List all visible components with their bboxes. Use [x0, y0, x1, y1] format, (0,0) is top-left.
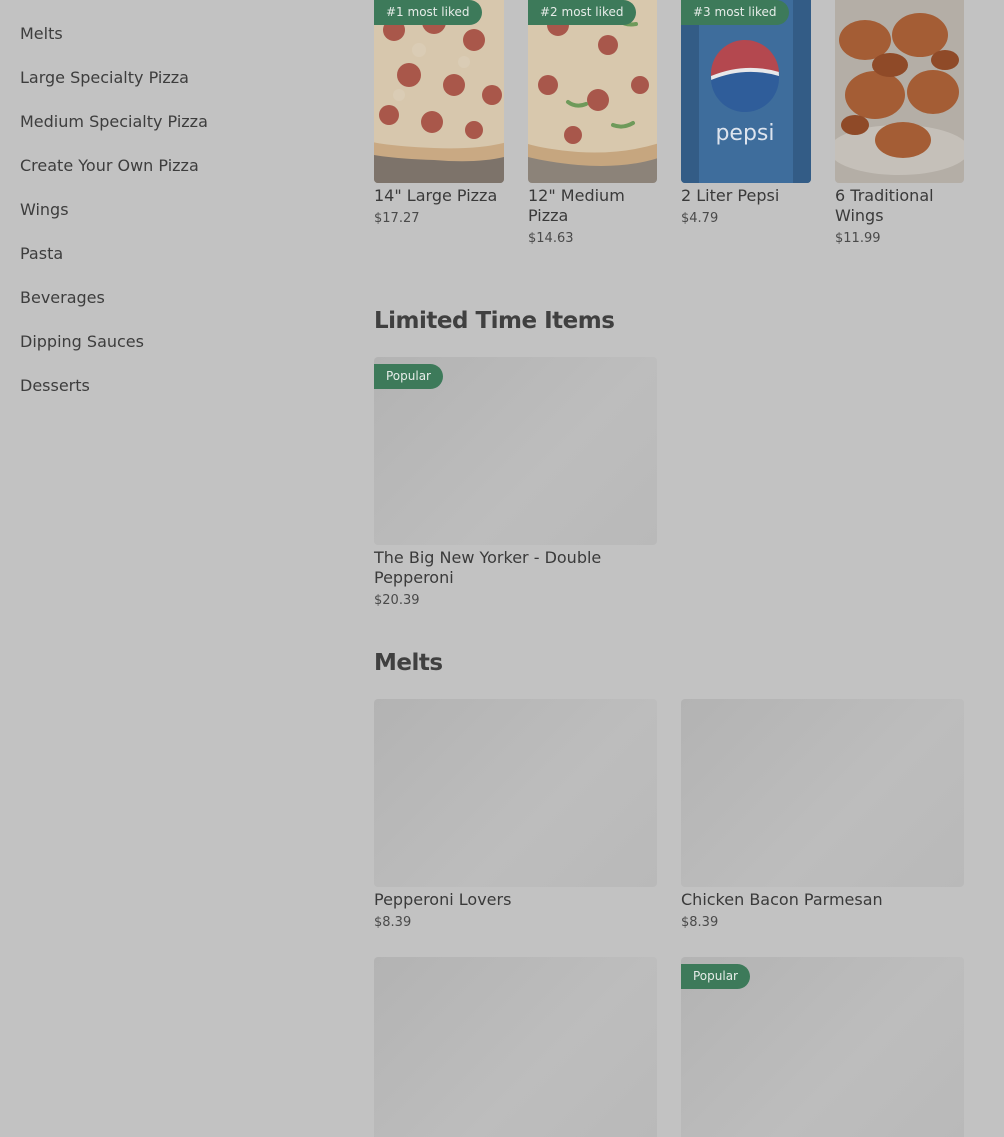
- svg-text:pepsi: pepsi: [715, 121, 774, 146]
- product-card-chicken-bacon-parmesan[interactable]: Chicken Bacon Parmesan $8.39: [681, 699, 964, 934]
- popular-badge: Popular: [374, 364, 443, 389]
- product-name: 2 Liter Pepsi: [681, 186, 780, 205]
- product-name: Pepperoni Lovers: [374, 890, 512, 909]
- product-price: $8.39: [374, 915, 412, 930]
- menu-content: #1 most liked 14" Large Pizza $17.27 #2 …: [374, 0, 974, 1137]
- sidebar-item-medium-specialty-pizza[interactable]: Medium Specialty Pizza: [20, 110, 208, 134]
- product-card-pepsi[interactable]: pepsi #3 most liked 2 Liter Pepsi $4.79: [681, 0, 811, 240]
- sidebar-item-dipping-sauces[interactable]: Dipping Sauces: [20, 330, 144, 354]
- sidebar-item-create-your-own-pizza[interactable]: Create Your Own Pizza: [20, 154, 199, 178]
- product-price: $11.99: [835, 231, 881, 246]
- product-image-placeholder: Popular: [681, 957, 964, 1137]
- product-card-pepperoni-lovers[interactable]: Pepperoni Lovers $8.39: [374, 699, 657, 934]
- sidebar-item-wings[interactable]: Wings: [20, 198, 69, 222]
- product-image-placeholder: [374, 699, 657, 887]
- product-image-placeholder: [374, 957, 657, 1137]
- product-price: $14.63: [528, 231, 574, 246]
- sidebar-item-beverages[interactable]: Beverages: [20, 286, 105, 310]
- sidebar-item-pasta[interactable]: Pasta: [20, 242, 63, 266]
- sidebar-item-desserts[interactable]: Desserts: [20, 374, 90, 398]
- product-card-medium-pizza[interactable]: #2 most liked 12" Medium Pizza $14.63: [528, 0, 657, 250]
- popular-badge: Popular: [681, 964, 750, 989]
- sidebar-item-melts[interactable]: Melts: [20, 22, 63, 46]
- section-title-melts: Melts: [374, 650, 443, 676]
- product-price: $4.79: [681, 211, 719, 226]
- product-card-large-pizza[interactable]: #1 most liked 14" Large Pizza $17.27: [374, 0, 504, 240]
- product-card-wings[interactable]: 6 Traditional Wings $11.99: [835, 0, 964, 250]
- product-card-big-new-yorker[interactable]: Popular The Big New Yorker - Double Pepp…: [374, 357, 657, 612]
- product-image-placeholder: Popular: [374, 357, 657, 545]
- sidebar-item-large-specialty-pizza[interactable]: Large Specialty Pizza: [20, 66, 189, 90]
- pepsi-bottle-image: pepsi #3 most liked: [681, 0, 811, 183]
- product-card-melt-3[interactable]: [374, 957, 657, 1137]
- product-price: $17.27: [374, 211, 420, 226]
- most-liked-badge: #3 most liked: [681, 0, 789, 25]
- product-card-melt-4[interactable]: Popular: [681, 957, 964, 1137]
- product-name: 6 Traditional Wings: [835, 186, 934, 225]
- product-name: 12" Medium Pizza: [528, 186, 625, 225]
- product-name: 14" Large Pizza: [374, 186, 498, 205]
- chicken-wings-image: [835, 0, 964, 183]
- pepper-pizza-image: #2 most liked: [528, 0, 657, 183]
- most-liked-badge: #2 most liked: [528, 0, 636, 25]
- product-name: The Big New Yorker - Double Pepperoni: [374, 548, 602, 587]
- section-title-limited-time: Limited Time Items: [374, 308, 615, 334]
- most-liked-badge: #1 most liked: [374, 0, 482, 25]
- product-price: $8.39: [681, 915, 719, 930]
- product-image-placeholder: [681, 699, 964, 887]
- product-price: $20.39: [374, 593, 420, 608]
- pepperoni-pizza-image: #1 most liked: [374, 0, 504, 183]
- product-name: Chicken Bacon Parmesan: [681, 890, 883, 909]
